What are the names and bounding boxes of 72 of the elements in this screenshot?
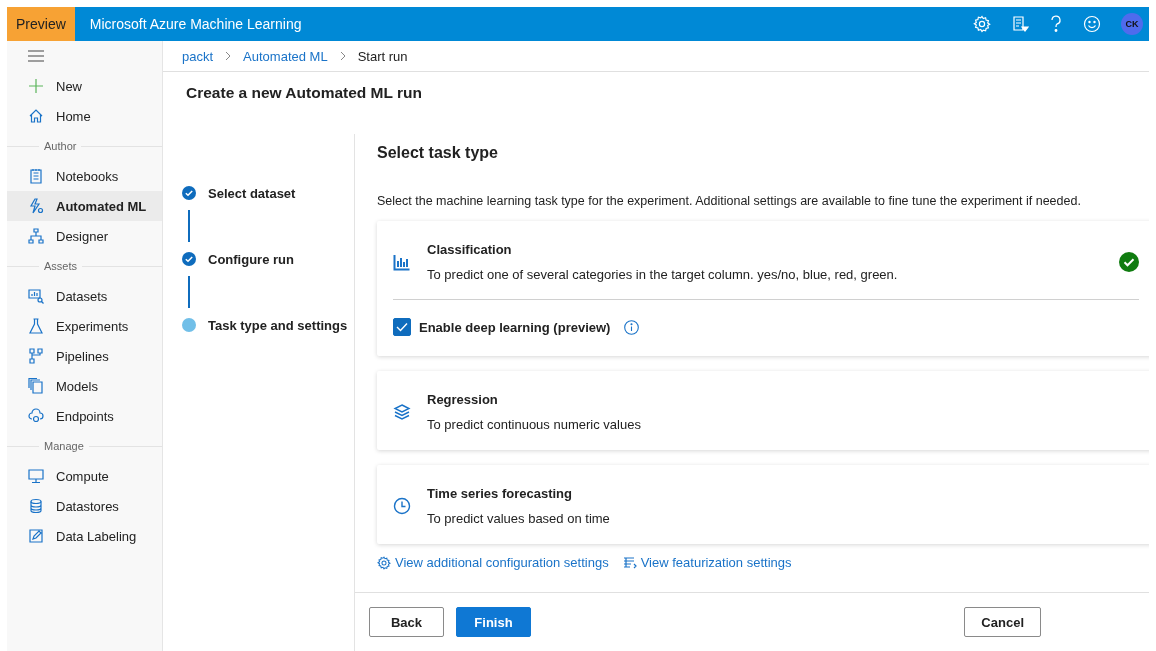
database-icon: [28, 498, 44, 514]
checkbox-label: Enable deep learning (preview): [419, 319, 611, 335]
sidebar-item[interactable]: Home: [7, 101, 162, 131]
feedback-list-icon[interactable]: [1011, 15, 1029, 33]
sidebar-item[interactable]: Models: [7, 371, 162, 401]
chevron-icon: [339, 51, 346, 61]
task-type-title: Time series forecasting: [427, 486, 573, 501]
monitor-icon: [28, 468, 44, 484]
breadcrumb-link[interactable]: Automated ML: [243, 48, 328, 64]
bar-chart-icon: [393, 253, 411, 271]
finish-button[interactable]: Finish: [456, 607, 531, 637]
section-title: Select task type: [377, 144, 499, 162]
sidebar-item[interactable]: Experiments: [7, 311, 162, 341]
sidebar-item[interactable]: Pipelines: [7, 341, 162, 371]
sidebar-item[interactable]: Endpoints: [7, 401, 162, 431]
settings-link[interactable]: View additional configuration settings: [395, 555, 609, 570]
sidebar-item[interactable]: Data Labeling: [7, 521, 162, 551]
page-title: Create a new Automated ML run: [186, 84, 423, 103]
list-settings-icon: [622, 555, 637, 570]
task-type-description: To predict continuous numeric values: [427, 417, 642, 432]
action-button[interactable]: Cancel: [964, 607, 1041, 637]
section-heading: Assets: [44, 260, 77, 272]
home-icon: [28, 108, 44, 124]
task-type-title: Classification: [427, 242, 513, 257]
checkbox[interactable]: [393, 318, 411, 336]
sidebar-item[interactable]: Datastores: [7, 491, 162, 521]
plus-icon: [28, 78, 44, 94]
app-title: Microsoft Azure Machine Learning: [89, 16, 302, 32]
sidebar-item[interactable]: Notebooks: [7, 161, 162, 191]
notebook-icon: [28, 168, 44, 184]
edit-icon: [28, 528, 44, 544]
copies-icon: [28, 378, 44, 394]
settings-link[interactable]: View featurization settings: [640, 555, 792, 570]
section-heading: Manage: [44, 440, 84, 452]
task-type-card[interactable]: Time series forecasting To predict values based on time: [377, 465, 1149, 544]
hierarchy-icon: [28, 228, 44, 244]
flask-icon: [28, 318, 44, 334]
help-icon[interactable]: [1049, 15, 1063, 33]
action-button[interactable]: Back: [369, 607, 444, 637]
breadcrumb-link[interactable]: packt: [182, 48, 214, 64]
sidebar-item[interactable]: Datasets: [7, 281, 162, 311]
task-type-description: To predict one of several categories in the target column. yes/no, blue, red, green.: [427, 267, 899, 282]
user-avatar[interactable]: CK: [1121, 13, 1143, 35]
menu-icon[interactable]: [28, 50, 44, 62]
task-type-card[interactable]: Regression To predict continuous numeric values: [377, 371, 1149, 450]
selected-check-icon: [1119, 252, 1139, 272]
sidebar-item[interactable]: Automated ML: [7, 191, 162, 221]
chevron-icon: [225, 51, 232, 61]
dataset-icon: [28, 288, 44, 304]
settings-icon[interactable]: [973, 15, 991, 33]
task-type-title: Regression: [427, 392, 499, 407]
step-label: Configure run: [208, 251, 294, 267]
clock-icon: [393, 497, 411, 515]
sidebar-item[interactable]: Designer: [7, 221, 162, 251]
checkmark-icon: [396, 322, 408, 332]
task-type-card[interactable]: Classification To predict one of several categories in the target column. yes/no, blue, red, green. Enable deep learning (preview): [377, 221, 1149, 356]
description-text: Select the machine learning task type for the experiment. Additional settings are available to fine tune the experiment if needed.: [377, 194, 1082, 208]
smiley-icon[interactable]: [1083, 15, 1101, 33]
sidebar-item[interactable]: New: [7, 71, 162, 101]
layers-icon: [393, 403, 411, 421]
gear-icon: [377, 555, 391, 570]
step-label: Task type and settings: [208, 317, 348, 333]
info-icon[interactable]: [624, 319, 640, 335]
task-type-description: To predict values based on time: [427, 511, 611, 526]
step-label: Select dataset: [208, 185, 296, 201]
cloud-icon: [28, 408, 44, 424]
sidebar-item[interactable]: Compute: [7, 461, 162, 491]
pipeline-icon: [28, 348, 44, 364]
section-heading: Author: [44, 140, 77, 152]
breadcrumb-current: Start run: [357, 48, 408, 64]
lightning-gear-icon: [28, 198, 44, 214]
preview-badge: Preview: [7, 7, 75, 41]
